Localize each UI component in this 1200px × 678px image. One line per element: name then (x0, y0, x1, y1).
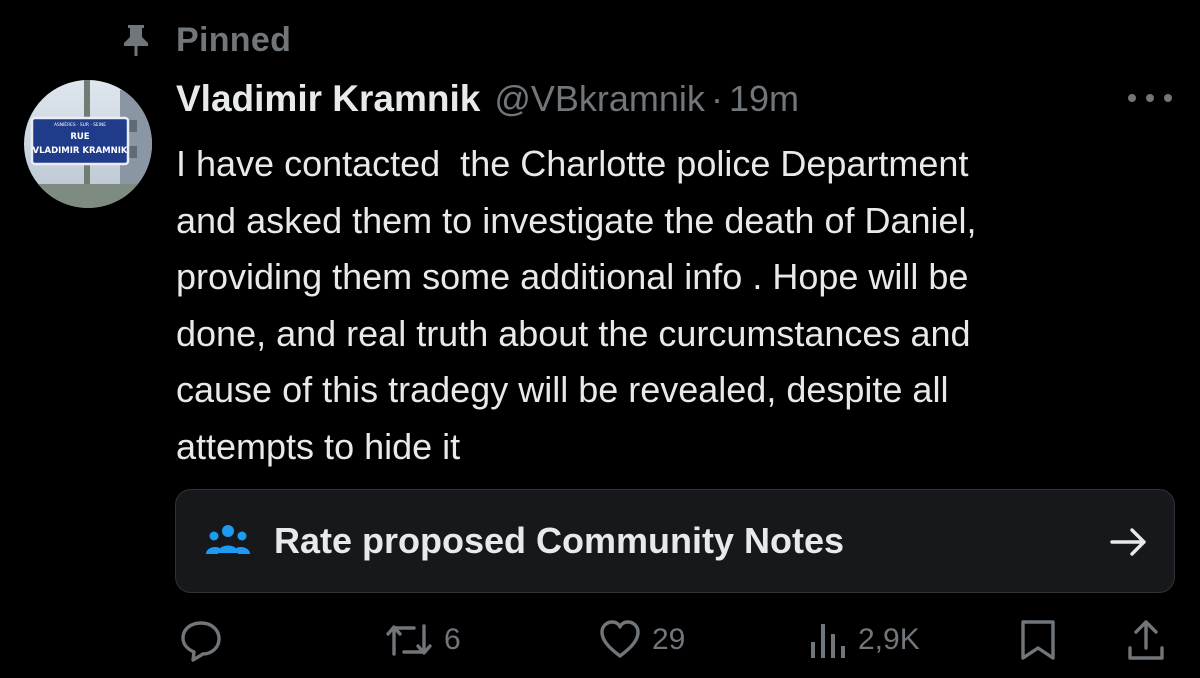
like-count: 29 (652, 623, 686, 656)
user-handle[interactable]: @VBkramnik (494, 78, 705, 120)
action-bar: 6 29 2,9K (0, 612, 1200, 668)
views-count: 2,9K (858, 623, 920, 656)
community-notes-button[interactable]: Rate proposed Community Notes (175, 489, 1175, 593)
reply-button[interactable] (178, 612, 224, 668)
pin-icon (118, 22, 154, 58)
like-button[interactable]: 29 (598, 612, 685, 668)
repost-count: 6 (444, 623, 461, 656)
repost-button[interactable]: 6 (384, 612, 461, 668)
bookmark-icon (1018, 618, 1058, 662)
heart-icon (598, 618, 642, 662)
share-icon (1126, 618, 1166, 662)
views-icon (808, 618, 848, 662)
bookmark-button[interactable] (1018, 612, 1058, 668)
tweet-text: I have contacted the Charlotte police De… (176, 143, 977, 467)
arrow-right-icon (1106, 520, 1150, 564)
tweet-header: Vladimir Kramnik @VBkramnik · 19m (176, 78, 799, 122)
avatar-sign-line2: VLADIMIR KRAMNIK (33, 146, 128, 156)
repost-icon (384, 618, 434, 662)
timestamp[interactable]: 19m (729, 78, 799, 120)
avatar-sign-line1: RUE (70, 132, 89, 142)
separator-dot: · (710, 78, 723, 119)
share-button[interactable] (1126, 612, 1166, 668)
avatar[interactable]: ASNIÈRES · SUR · SEINE RUE VLADIMIR KRAM… (24, 80, 152, 208)
pinned-indicator: Pinned (118, 20, 291, 60)
views-button[interactable]: 2,9K (808, 612, 920, 668)
people-icon (206, 521, 250, 561)
display-name[interactable]: Vladimir Kramnik (176, 78, 480, 120)
reply-icon (178, 618, 224, 662)
community-notes-label: Rate proposed Community Notes (274, 520, 845, 561)
more-options-icon[interactable] (1128, 88, 1172, 108)
pinned-label: Pinned (176, 20, 292, 59)
